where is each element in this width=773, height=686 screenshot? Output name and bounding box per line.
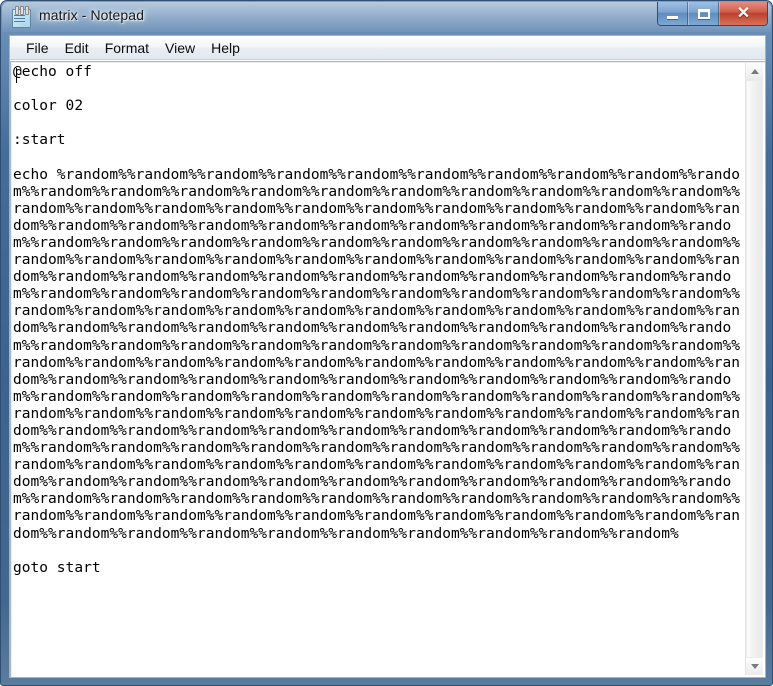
scrollbar-track[interactable] <box>746 80 763 658</box>
menu-bar: File Edit Format View Help <box>10 36 765 60</box>
window-controls: ✕ <box>657 2 768 26</box>
window-title: matrix - Notepad <box>39 7 145 23</box>
titlebar[interactable]: matrix - Notepad ✕ <box>1 1 773 33</box>
scroll-down-arrow-icon <box>750 664 759 669</box>
editor-region: @echo off color 02 :start echo %random%%… <box>10 60 765 677</box>
minimize-button[interactable] <box>658 2 688 25</box>
maximize-icon <box>697 8 710 19</box>
close-button[interactable]: ✕ <box>719 2 767 25</box>
minimize-icon <box>667 15 678 19</box>
close-icon: ✕ <box>736 4 751 22</box>
menu-item-file[interactable]: File <box>18 38 57 58</box>
notepad-window: matrix - Notepad ✕ File Edit Format View… <box>0 0 773 686</box>
scrollbar-up-button[interactable] <box>746 63 763 80</box>
document-text[interactable]: @echo off color 02 :start echo %random%%… <box>13 64 746 577</box>
scroll-up-arrow-icon <box>750 69 759 74</box>
menu-item-edit[interactable]: Edit <box>57 38 97 58</box>
scrollbar-down-button[interactable] <box>746 658 763 675</box>
text-caret <box>16 68 17 83</box>
menu-item-view[interactable]: View <box>157 38 203 58</box>
client-area: File Edit Format View Help @echo off col… <box>9 35 766 678</box>
vertical-scrollbar[interactable] <box>745 63 763 675</box>
scrollbar-thumb[interactable] <box>746 80 763 658</box>
text-editor[interactable]: @echo off color 02 :start echo %random%%… <box>12 63 746 675</box>
notepad-icon <box>11 6 31 28</box>
menu-item-format[interactable]: Format <box>97 38 157 58</box>
menu-item-help[interactable]: Help <box>203 38 248 58</box>
maximize-button[interactable] <box>688 2 719 25</box>
